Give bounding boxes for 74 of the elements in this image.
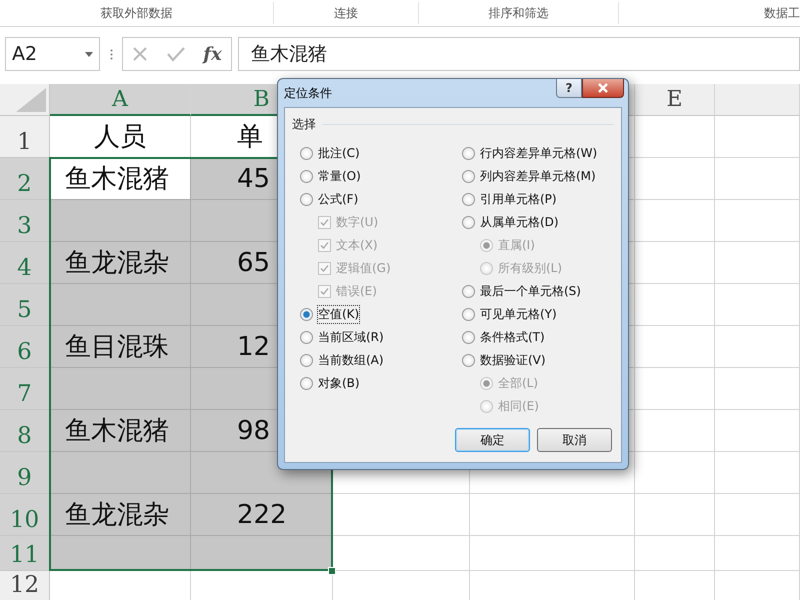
- formula-field[interactable]: 鱼木混猪: [238, 37, 800, 71]
- option-label: 可见单元格(Y): [480, 306, 557, 323]
- group-label: 选择: [292, 116, 316, 133]
- more-icon: [110, 48, 112, 60]
- name-box[interactable]: A2: [5, 37, 100, 71]
- ribbon-group-label: 排序和筛选: [488, 4, 548, 22]
- ribbon-group-label: 获取外部数据: [100, 4, 172, 22]
- window-title: 定位条件: [284, 84, 332, 102]
- column-header[interactable]: A: [50, 84, 191, 116]
- radio-button[interactable]: [300, 308, 313, 321]
- table-cell: 鱼木混猪: [50, 410, 191, 452]
- radio-button[interactable]: [462, 354, 475, 367]
- radio-button[interactable]: [462, 308, 475, 321]
- table-cell: 鱼木混猪: [50, 158, 191, 200]
- option-label: 行内容差异单元格(W): [480, 145, 598, 162]
- fill-handle[interactable]: [328, 567, 336, 575]
- radio-button[interactable]: [300, 331, 313, 344]
- row-header[interactable]: 7: [0, 368, 50, 410]
- option-label: 数据验证(V): [480, 352, 546, 369]
- ribbon-group-label: 连接: [334, 4, 358, 22]
- option-label: 所有级别(L): [498, 260, 562, 277]
- table-cell: 鱼龙混杂: [50, 242, 191, 284]
- select-all-icon[interactable]: [16, 88, 46, 112]
- option-label: 逻辑值(G): [336, 260, 391, 277]
- option-label: 文本(X): [336, 237, 378, 254]
- close-button[interactable]: [582, 79, 624, 98]
- option-label: 最后一个单元格(S): [480, 283, 581, 300]
- column-header[interactable]: [715, 84, 800, 116]
- table-cell: 鱼目混珠: [50, 326, 191, 368]
- option-label: 直属(I): [498, 237, 535, 254]
- close-icon: [597, 83, 609, 93]
- option-label: 从属单元格(D): [480, 214, 559, 231]
- row-header[interactable]: 2: [0, 158, 50, 200]
- column-header[interactable]: E: [635, 84, 715, 116]
- row-header[interactable]: 10: [0, 494, 50, 536]
- row-header[interactable]: 1: [0, 116, 50, 158]
- radio-button[interactable]: [462, 285, 475, 298]
- cancel-icon[interactable]: [132, 46, 148, 62]
- option-label: 相同(E): [498, 398, 539, 415]
- insert-function-button[interactable]: fx: [203, 44, 222, 64]
- radio-button[interactable]: [300, 377, 313, 390]
- option-label: 全部(L): [498, 375, 538, 392]
- row-header[interactable]: 6: [0, 326, 50, 368]
- radio-button[interactable]: [462, 193, 475, 206]
- table-cell: 鱼龙混杂: [50, 494, 191, 536]
- radio-button[interactable]: [462, 216, 475, 229]
- row-header[interactable]: 3: [0, 200, 50, 242]
- row-header[interactable]: 11: [0, 536, 50, 571]
- option-label: 空值(K): [318, 306, 360, 323]
- option-label: 条件格式(T): [480, 329, 545, 346]
- option-label: 对象(B): [318, 375, 360, 392]
- dialog-button[interactable]: 确定: [455, 428, 530, 452]
- row-header[interactable]: 9: [0, 452, 50, 494]
- radio-button[interactable]: [462, 147, 475, 160]
- radio-button[interactable]: [300, 354, 313, 367]
- row-header[interactable]: 8: [0, 410, 50, 452]
- dropdown-icon: [85, 52, 93, 56]
- option-label: 引用单元格(P): [480, 191, 557, 208]
- option-label: 列内容差异单元格(M): [480, 168, 596, 185]
- dialog-button[interactable]: 取消: [537, 428, 612, 452]
- radio-button[interactable]: [300, 147, 313, 160]
- table-cell: 222: [191, 494, 333, 536]
- radio-button[interactable]: [300, 170, 313, 183]
- ribbon-group-label: 数据工: [764, 4, 800, 22]
- radio-button[interactable]: [462, 170, 475, 183]
- check-icon[interactable]: [166, 46, 185, 62]
- radio-button[interactable]: [462, 331, 475, 344]
- row-header[interactable]: 4: [0, 242, 50, 284]
- row-header[interactable]: 12: [0, 571, 50, 600]
- option-label: 错误(E): [336, 283, 377, 300]
- option-label: 数字(U): [336, 214, 378, 231]
- radio-button[interactable]: [300, 193, 313, 206]
- row-header[interactable]: 5: [0, 284, 50, 326]
- help-button[interactable]: ?: [556, 79, 582, 98]
